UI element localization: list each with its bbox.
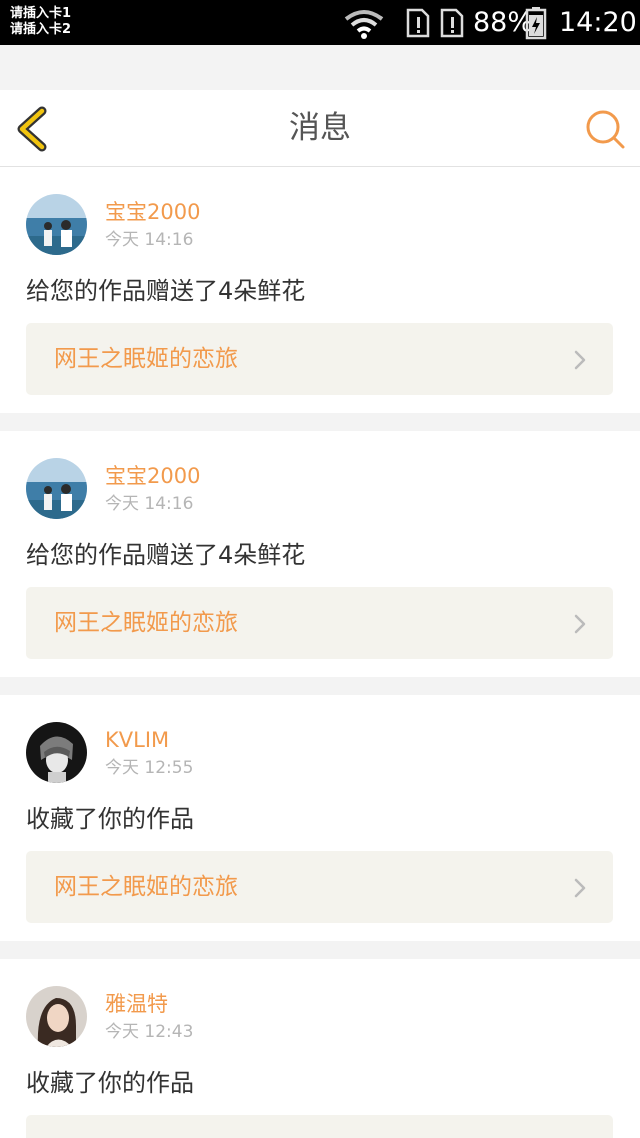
username[interactable]: 宝宝2000: [105, 463, 200, 489]
wifi-icon: [344, 10, 384, 39]
message-text: 给您的作品赠送了4朵鲜花: [26, 277, 306, 305]
battery-charging-icon: [525, 7, 547, 40]
page-title: 消息: [289, 110, 351, 146]
work-title: 网王之眠姬的恋旅: [54, 610, 238, 636]
sim2-label: 请插入卡2: [10, 22, 72, 37]
timestamp: 今天 14:16: [105, 494, 194, 514]
timestamp: 今天 12:55: [105, 758, 194, 778]
username[interactable]: 宝宝2000: [105, 199, 200, 225]
sim-card-icon: [406, 8, 430, 38]
status-clock: 14:20: [559, 7, 637, 38]
timestamp: 今天 12:43: [105, 1022, 194, 1042]
work-link-button[interactable]: 网王之眠姬的恋旅: [26, 587, 613, 659]
sim1-label: 请插入卡1: [10, 6, 72, 21]
notification-card: 雅温特 今天 12:43 收藏了你的作品: [0, 959, 640, 1138]
battery-percentage: 88%: [473, 7, 534, 38]
notification-card: KVLIM 今天 12:55 收藏了你的作品 网王之眠姬的恋旅: [0, 695, 640, 941]
chevron-right-icon: [574, 350, 586, 370]
notification-card: 宝宝2000 今天 14:16 给您的作品赠送了4朵鲜花 网王之眠姬的恋旅: [0, 167, 640, 413]
user-avatar[interactable]: [26, 986, 87, 1047]
message-text: 给您的作品赠送了4朵鲜花: [26, 541, 306, 569]
sim-status: 请插入卡1 请插入卡2: [10, 6, 71, 38]
search-icon[interactable]: [584, 108, 626, 150]
message-text: 收藏了你的作品: [26, 1069, 194, 1097]
message-text: 收藏了你的作品: [26, 805, 194, 833]
status-bar: 请插入卡1 请插入卡2 88% 14:20: [0, 0, 640, 45]
chevron-right-icon: [574, 878, 586, 898]
user-avatar[interactable]: [26, 194, 87, 255]
work-link-button[interactable]: [26, 1115, 613, 1138]
work-title: 网王之眠姬的恋旅: [54, 874, 238, 900]
work-link-button[interactable]: 网王之眠姬的恋旅: [26, 323, 613, 395]
sim-card-icon: [440, 8, 464, 38]
work-title: 网王之眠姬的恋旅: [54, 346, 238, 372]
username[interactable]: KVLIM: [105, 727, 169, 753]
timestamp: 今天 14:16: [105, 230, 194, 250]
username[interactable]: 雅温特: [105, 991, 168, 1017]
work-link-button[interactable]: 网王之眠姬的恋旅: [26, 851, 613, 923]
chevron-right-icon: [574, 614, 586, 634]
user-avatar[interactable]: [26, 458, 87, 519]
notification-card: 宝宝2000 今天 14:16 给您的作品赠送了4朵鲜花 网王之眠姬的恋旅: [0, 431, 640, 677]
user-avatar[interactable]: [26, 722, 87, 783]
